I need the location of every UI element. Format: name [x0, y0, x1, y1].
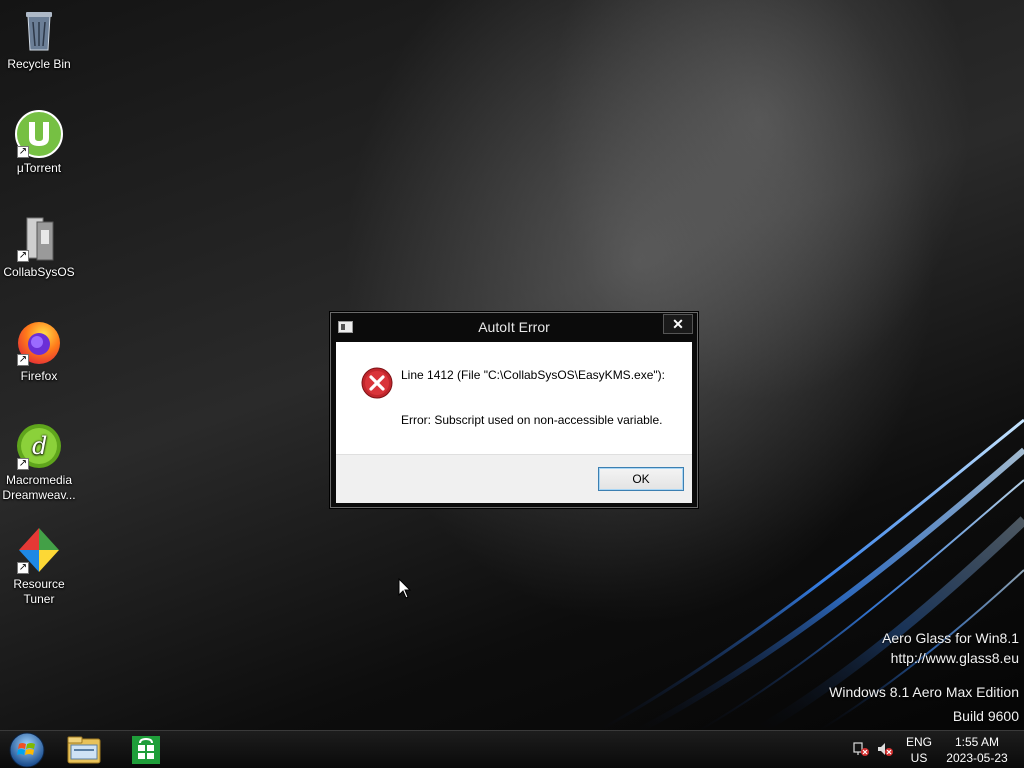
dialog-client-area: Line 1412 (File "C:\CollabSysOS\EasyKMS.…	[336, 342, 692, 503]
store-icon	[132, 736, 160, 764]
region-code: US	[910, 751, 928, 765]
dialog-titlebar[interactable]: AutoIt Error ✕	[331, 313, 697, 342]
collabsysos-icon: ↗	[15, 214, 63, 262]
firefox-icon: ↗	[15, 318, 63, 366]
watermark-edition: Windows 8.1 Aero Max Edition	[829, 684, 1019, 700]
taskbar-clock[interactable]: 1:55 AM 2023-05-23	[942, 734, 1012, 766]
desktop-icon-label: Macromedia Dreamweav...	[2, 473, 76, 502]
shortcut-arrow-icon: ↗	[17, 146, 29, 158]
button-area: OK	[336, 454, 692, 503]
desktop-icon-resource-tuner[interactable]: ↗ Resource Tuner	[2, 526, 76, 607]
input-language-indicator[interactable]: ENG US	[902, 734, 936, 766]
shortcut-arrow-icon: ↗	[17, 354, 29, 366]
start-icon	[9, 732, 45, 768]
shortcut-arrow-icon: ↗	[17, 562, 29, 574]
desktop-icon-label: μTorrent	[16, 161, 62, 175]
os-watermark: Aero Glass for Win8.1 http://www.glass8.…	[829, 628, 1019, 726]
desktop-icon-firefox[interactable]: ↗ Firefox	[2, 318, 76, 384]
language-code: ENG	[905, 735, 932, 749]
error-icon	[361, 367, 393, 399]
desktop-icon-label: Firefox	[20, 369, 58, 383]
file-explorer-icon	[67, 736, 101, 764]
error-description: Error: Subscript used on non-accessible …	[401, 413, 663, 427]
desktop-icon-dreamweaver[interactable]: d ↗ Macromedia Dreamweav...	[2, 422, 76, 503]
watermark-aero-glass: Aero Glass for Win8.1	[882, 630, 1019, 646]
desktop-icon-recycle-bin[interactable]: Recycle Bin	[2, 6, 76, 72]
message-area: Line 1412 (File "C:\CollabSysOS\EasyKMS.…	[336, 342, 692, 454]
desktop-icon-label: CollabSysOS	[3, 265, 75, 279]
network-error-icon[interactable]	[852, 741, 870, 757]
taskbar-file-explorer[interactable]	[64, 733, 104, 767]
dreamweaver-icon: d ↗	[15, 422, 63, 470]
watermark-url: http://www.glass8.eu	[890, 650, 1019, 666]
close-button[interactable]: ✕	[663, 314, 693, 334]
autoit-error-dialog: AutoIt Error ✕ Line 1412 (File "C:\Colla…	[330, 312, 698, 508]
taskbar: ENG US 1:55 AM 2023-05-23	[0, 730, 1024, 768]
shortcut-arrow-icon: ↗	[17, 250, 29, 262]
recycle-bin-icon	[15, 6, 63, 54]
desktop: Recycle Bin ↗ μTorrent ↗ CollabSysOS ↗ F…	[0, 0, 1024, 730]
start-button[interactable]	[8, 732, 46, 768]
mouse-cursor-icon	[398, 578, 412, 599]
clock-time: 1:55 AM	[954, 735, 1000, 749]
svg-text:d: d	[32, 432, 47, 460]
taskbar-store[interactable]	[126, 733, 166, 767]
desktop-icon-label: Resource Tuner	[13, 577, 65, 606]
resource-tuner-icon: ↗	[15, 526, 63, 574]
desktop-icon-label: Recycle Bin	[7, 57, 71, 71]
ok-button[interactable]: OK	[598, 467, 684, 491]
clock-date: 2023-05-23	[946, 751, 1008, 765]
shortcut-arrow-icon: ↗	[17, 458, 29, 470]
utorrent-icon: ↗	[15, 110, 63, 158]
dialog-title: AutoIt Error	[478, 319, 550, 335]
desktop-icon-utorrent[interactable]: ↗ μTorrent	[2, 110, 76, 176]
desktop-icon-collabsysos[interactable]: ↗ CollabSysOS	[2, 214, 76, 280]
watermark-build: Build 9600	[952, 708, 1019, 724]
volume-muted-icon[interactable]	[876, 741, 894, 757]
error-message-line: Line 1412 (File "C:\CollabSysOS\EasyKMS.…	[401, 368, 665, 382]
